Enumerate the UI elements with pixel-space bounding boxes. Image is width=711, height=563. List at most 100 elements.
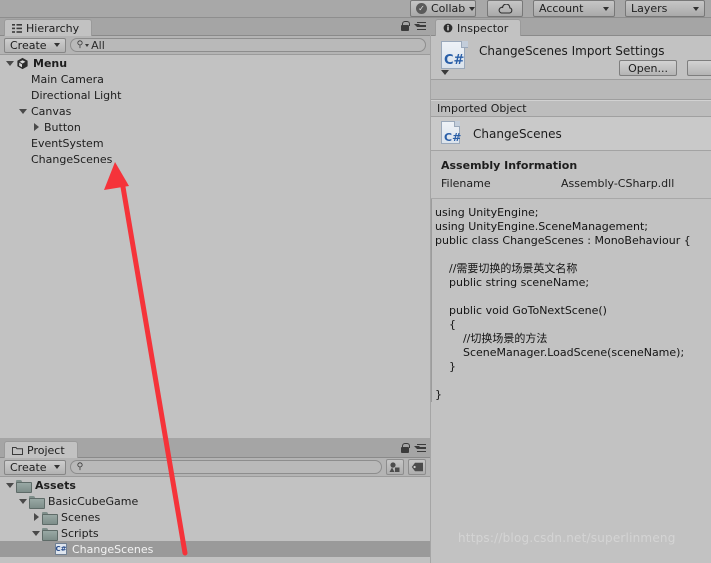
tab-inspector-label: Inspector [457, 21, 509, 35]
inspector-panel: Inspector C# ChangeScenes Import Setting… [431, 18, 711, 563]
hierarchy-row[interactable]: Canvas [0, 103, 430, 119]
hierarchy-row-label: Directional Light [31, 88, 122, 102]
check-circle-icon: ✓ [416, 3, 427, 14]
project-tree[interactable]: Assets BasicCubeGame Scenes Scripts C# Change… [0, 477, 430, 562]
chevron-down-icon[interactable] [17, 493, 29, 509]
hierarchy-row[interactable]: Menu [0, 55, 430, 71]
hierarchy-row[interactable]: EventSystem [0, 135, 430, 151]
cloud-icon [498, 3, 512, 14]
hierarchy-row[interactable]: Button [0, 119, 430, 135]
search-icon: ⚲ [76, 40, 84, 50]
chevron-down-icon [53, 43, 60, 47]
search-icon: ⚲ [76, 462, 84, 472]
project-row[interactable]: Scenes [0, 509, 430, 525]
assembly-filename-key: Filename [441, 177, 491, 190]
chevron-down-icon[interactable] [4, 55, 16, 71]
hierarchy-tree[interactable]: Menu Main Camera Directional Light Canvas Bu… [0, 55, 430, 437]
chevron-down-icon[interactable] [17, 103, 29, 119]
tab-hierarchy-label: Hierarchy [26, 21, 80, 35]
account-label: Account [539, 2, 584, 15]
filter-by-label-icon [411, 462, 423, 472]
hierarchy-tabstrip: Hierarchy [0, 18, 430, 36]
project-row[interactable]: BasicCubeGame [0, 493, 430, 509]
project-row[interactable]: Assets [0, 477, 430, 493]
folder-icon [29, 495, 45, 509]
tab-inspector[interactable]: Inspector [435, 19, 522, 36]
folder-icon [16, 479, 32, 493]
lock-icon[interactable] [401, 21, 410, 31]
hierarchy-row-label: EventSystem [31, 136, 104, 150]
assembly-information-title: Assembly Information [441, 159, 578, 172]
tab-hierarchy[interactable]: Hierarchy [4, 19, 93, 36]
project-row-label: ChangeScenes [72, 542, 154, 556]
hierarchy-toolbar: Create ⚲ All [0, 36, 430, 55]
inspector-spacer [431, 80, 711, 100]
info-icon [443, 23, 453, 33]
project-search-input[interactable]: ⚲ [69, 460, 382, 474]
filter-by-type-icon [389, 461, 400, 472]
imported-object-row[interactable]: C# ChangeScenes [431, 117, 711, 151]
hierarchy-create-button[interactable]: Create [4, 37, 66, 53]
inspector-tabstrip: Inspector [431, 18, 711, 36]
chevron-down-icon[interactable] [30, 525, 42, 541]
project-row-label: Assets [35, 478, 76, 492]
csharp-file-icon: C# [439, 41, 469, 75]
hierarchy-create-label: Create [10, 38, 47, 52]
project-toolbar: Create ⚲ [0, 458, 430, 477]
hierarchy-search-value: All [91, 38, 105, 52]
csharp-file-icon: C# [441, 120, 463, 147]
chevron-down-icon[interactable] [4, 477, 16, 493]
tab-project-label: Project [27, 443, 65, 457]
filter-by-type-button[interactable] [386, 459, 404, 475]
filter-by-label-button[interactable] [408, 459, 426, 475]
hierarchy-row[interactable]: Directional Light [0, 87, 430, 103]
project-create-label: Create [10, 460, 47, 474]
project-tabstrip: Project [0, 440, 430, 458]
folder-icon [42, 527, 58, 541]
hierarchy-row-label: Main Camera [31, 72, 104, 86]
collab-button[interactable]: ✓ Collab [410, 0, 476, 17]
assembly-filename-value: Assembly-CSharp.dll [561, 177, 675, 190]
tab-project[interactable]: Project [4, 441, 78, 458]
hierarchy-row[interactable]: Main Camera [0, 71, 430, 87]
main-toolbar: ✓ Collab Account Layers [0, 0, 711, 18]
project-row-label: BasicCubeGame [48, 494, 139, 508]
hierarchy-tab-icons [401, 21, 426, 31]
hierarchy-panel: Hierarchy Create ⚲ All Menu Main Camera Di… [0, 18, 430, 438]
imported-object-name: ChangeScenes [473, 126, 562, 141]
csharp-file-icon: C# [55, 543, 67, 555]
chevron-down-icon [469, 6, 476, 11]
secondary-header-button[interactable] [687, 60, 711, 76]
open-button[interactable]: Open... [619, 60, 677, 76]
cloud-button[interactable] [487, 0, 523, 17]
project-row-label: Scripts [61, 526, 99, 540]
project-create-button[interactable]: Create [4, 459, 66, 475]
chevron-down-icon [53, 465, 60, 469]
folder-icon [42, 511, 58, 525]
project-row-label: Scenes [61, 510, 101, 524]
import-settings-title: ChangeScenes Import Settings [479, 44, 665, 58]
hierarchy-icon [12, 23, 22, 33]
hamburger-menu-icon[interactable] [414, 21, 426, 31]
open-button-label: Open... [628, 61, 668, 75]
project-row[interactable]: Scripts [0, 525, 430, 541]
script-code-preview: using UnityEngine; using UnityEngine.Sce… [431, 199, 711, 402]
layers-button[interactable]: Layers [625, 0, 705, 17]
chevron-down-icon [85, 43, 90, 47]
chevron-right-icon[interactable] [30, 509, 42, 525]
hamburger-menu-icon[interactable] [414, 443, 426, 453]
hierarchy-search-input[interactable]: ⚲ All [69, 38, 426, 52]
hierarchy-row-label: ChangeScenes [31, 152, 113, 166]
account-button[interactable]: Account [533, 0, 615, 17]
lock-icon[interactable] [401, 443, 410, 453]
hierarchy-row[interactable]: ChangeScenes [0, 151, 430, 167]
project-row[interactable]: C# ChangeScenes [0, 541, 430, 557]
hierarchy-row-label: Canvas [31, 104, 72, 118]
chevron-right-icon[interactable] [30, 119, 42, 135]
layers-label: Layers [631, 2, 668, 15]
hierarchy-row-label: Menu [33, 56, 68, 70]
unity-scene-icon [16, 57, 29, 70]
